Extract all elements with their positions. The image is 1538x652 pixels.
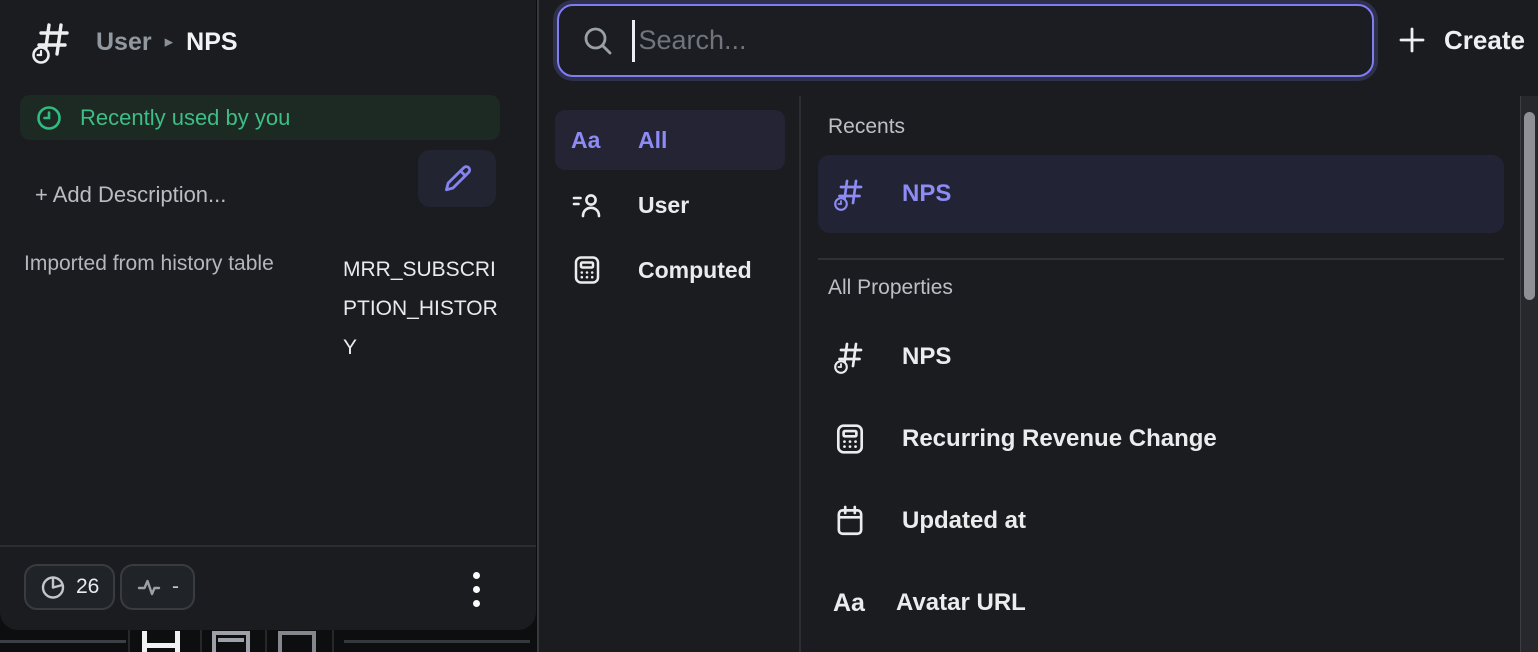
property-picker-modal: Search... Create Aa All [539,0,1538,652]
chart-count-value: 26 [76,575,99,599]
search-placeholder: Search... [639,25,747,56]
property-item-updated-at[interactable]: Updated at [818,480,1504,562]
recents-header: Recents [828,115,1504,143]
trend-button[interactable]: - [120,564,195,610]
background-line [0,640,126,643]
search-icon [581,24,615,58]
more-options-button[interactable] [464,569,488,609]
property-item-label: Recurring Revenue Change [902,425,1217,453]
column-divider [799,96,801,652]
search-input[interactable]: Search... [557,4,1374,77]
create-button[interactable]: Create [1397,16,1525,64]
recently-used-badge: Recently used by you [20,95,500,140]
tab-user[interactable]: User [555,175,785,235]
tab-computed-label: Computed [638,257,752,284]
text-type-icon: Aa [833,589,873,618]
property-item-label: Updated at [902,507,1026,535]
recent-property-label: NPS [902,180,951,208]
trend-value: - [172,575,179,599]
tab-computed[interactable]: Computed [555,240,785,300]
pencil-icon [439,161,475,197]
scrollbar-thumb[interactable] [1524,112,1535,300]
imported-from-label: Imported from history table [24,252,274,276]
calendar-icon [833,504,879,538]
pie-chart-icon [40,574,66,600]
text-cursor [632,20,635,62]
text-type-icon: Aa [571,127,617,154]
breadcrumb-separator-icon: ▸ [165,32,174,52]
background-box-icon [278,631,316,652]
add-description-button[interactable]: + Add Description... [35,182,226,208]
property-list: Recents NPS [818,96,1504,644]
property-item-recurring-revenue-change[interactable]: Recurring Revenue Change [818,398,1504,480]
all-properties-list: NPS Recurring Revenue Change [818,316,1504,644]
breadcrumb-current: NPS [186,28,237,57]
property-item-label: Avatar URL [896,589,1026,617]
tab-all-label: All [638,127,667,154]
panel-footer: 26 - [0,547,536,630]
number-property-clock-icon [833,339,879,375]
chart-count-button[interactable]: 26 [24,564,115,610]
tab-all[interactable]: Aa All [555,110,785,170]
plus-icon [1397,25,1427,55]
calculator-icon [833,422,879,456]
edit-description-button[interactable] [418,150,496,207]
scrollbar-track[interactable] [1520,96,1538,652]
breadcrumb-parent[interactable]: User [96,28,152,57]
background-box-icon [212,631,250,652]
user-list-icon [571,189,617,221]
imported-table-value: MRR_SUBSCRIPTION_HISTORY [343,250,503,367]
number-property-clock-icon [30,18,76,66]
all-properties-header: All Properties [828,276,1504,304]
property-item-avatar-url[interactable]: Aa Avatar URL [818,562,1504,644]
background-line [344,640,530,643]
section-divider [818,258,1504,260]
panel-header: User ▸ NPS [30,18,238,66]
number-property-clock-icon [833,176,879,212]
property-details-panel: User ▸ NPS Recently used by you + Add De… [0,0,536,630]
tab-user-label: User [638,192,689,219]
clock-icon [35,104,63,132]
screen: User ▸ NPS Recently used by you + Add De… [0,0,1538,652]
picker-body: Aa All User [539,96,1519,652]
recently-used-label: Recently used by you [80,105,290,131]
property-item-label: NPS [902,343,951,371]
filter-tabs: Aa All User [555,110,785,305]
recent-property-nps[interactable]: NPS [818,155,1504,233]
calculator-icon [571,254,617,286]
activity-pulse-icon [136,574,162,600]
property-item-nps[interactable]: NPS [818,316,1504,398]
background-table-icon [142,631,180,652]
breadcrumb: User ▸ NPS [96,28,238,57]
create-button-label: Create [1444,25,1525,56]
